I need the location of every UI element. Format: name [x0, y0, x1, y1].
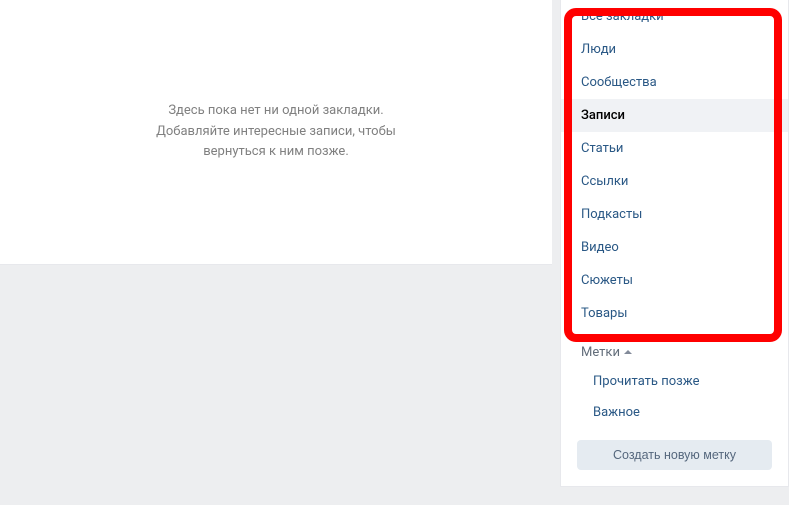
- create-label-wrap: Создать новую метку: [561, 428, 788, 486]
- sidebar-item-label: Записи: [581, 108, 625, 123]
- create-label-button[interactable]: Создать новую метку: [577, 440, 772, 470]
- bookmarks-sidebar: Все закладки Люди Сообщества Записи Стат…: [560, 0, 789, 487]
- sidebar-item-label: Видео: [581, 240, 619, 255]
- labels-header-text: Метки: [581, 345, 620, 360]
- sidebar-item-goods[interactable]: Товары: [561, 297, 788, 330]
- sidebar-item-podcasts[interactable]: Подкасты: [561, 198, 788, 231]
- empty-line-1: Здесь пока нет ни одной закладки.: [156, 101, 396, 122]
- sidebar-item-posts[interactable]: Записи: [561, 99, 788, 132]
- labels-section: Метки Прочитать позже Важное Создать нов…: [561, 330, 788, 486]
- sidebar-item-video[interactable]: Видео: [561, 231, 788, 264]
- sidebar-item-label: Люди: [581, 42, 616, 57]
- label-item-read-later[interactable]: Прочитать позже: [561, 366, 788, 397]
- sidebar-item-all[interactable]: Все закладки: [561, 0, 788, 33]
- label-item-text: Важное: [593, 405, 640, 420]
- sidebar-item-stories[interactable]: Сюжеты: [561, 264, 788, 297]
- empty-state-panel: Здесь пока нет ни одной закладки. Добавл…: [0, 0, 552, 265]
- empty-line-2: Добавляйте интересные записи, чтобы: [156, 122, 396, 143]
- sidebar-item-label: Все закладки: [581, 9, 664, 24]
- sidebar-item-label: Сообщества: [581, 75, 657, 90]
- empty-state-text: Здесь пока нет ни одной закладки. Добавл…: [156, 101, 396, 163]
- sidebar-item-articles[interactable]: Статьи: [561, 132, 788, 165]
- chevron-up-icon: [624, 350, 632, 354]
- label-item-text: Прочитать позже: [593, 374, 699, 389]
- empty-line-3: вернуться к ним позже.: [156, 142, 396, 163]
- sidebar-item-communities[interactable]: Сообщества: [561, 66, 788, 99]
- category-list: Все закладки Люди Сообщества Записи Стат…: [561, 0, 788, 330]
- sidebar-item-label: Сюжеты: [581, 273, 633, 288]
- create-label-button-text: Создать новую метку: [613, 448, 736, 462]
- sidebar-item-label: Ссылки: [581, 174, 628, 189]
- sidebar-item-label: Статьи: [581, 141, 623, 156]
- label-item-important[interactable]: Важное: [561, 397, 788, 428]
- labels-header[interactable]: Метки: [561, 336, 788, 366]
- sidebar-item-label: Подкасты: [581, 207, 642, 222]
- sidebar-item-links[interactable]: Ссылки: [561, 165, 788, 198]
- sidebar-item-people[interactable]: Люди: [561, 33, 788, 66]
- sidebar-item-label: Товары: [581, 306, 627, 321]
